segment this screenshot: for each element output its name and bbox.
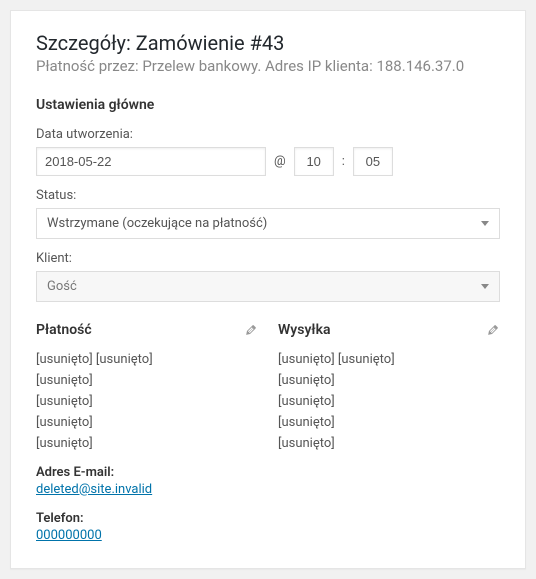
billing-line: [usunięto] — [36, 436, 258, 451]
shipping-line: [usunięto] [usunięto] — [278, 352, 500, 367]
page-title: Szczegóły: Zamówienie #43 — [36, 31, 500, 55]
chevron-down-icon — [481, 221, 489, 226]
status-label: Status: — [36, 188, 500, 203]
customer-label: Klient: — [36, 251, 500, 266]
status-field: Status: Wstrzymane (oczekujące na płatno… — [36, 188, 500, 239]
shipping-line: [usunięto] — [278, 436, 500, 451]
shipping-column: Wysyłka [usunięto] [usunięto] [usunięto]… — [278, 322, 500, 543]
pencil-icon[interactable] — [486, 323, 500, 337]
billing-line: [usunięto] — [36, 415, 258, 430]
order-details-card: Szczegóły: Zamówienie #43 Płatność przez… — [10, 10, 526, 569]
pencil-icon[interactable] — [244, 323, 258, 337]
billing-heading: Płatność — [36, 322, 92, 338]
status-select[interactable]: Wstrzymane (oczekujące na płatność) — [36, 208, 500, 239]
chevron-down-icon — [481, 284, 489, 289]
billing-line: [usunięto] — [36, 394, 258, 409]
created-date-field: Data utworzenia: @ : — [36, 127, 500, 176]
email-label: Adres E-mail: — [36, 465, 258, 480]
time-colon: : — [342, 154, 345, 169]
created-date-row: @ : — [36, 147, 500, 176]
shipping-line: [usunięto] — [278, 394, 500, 409]
date-input[interactable] — [36, 147, 266, 176]
billing-line: [usunięto] — [36, 373, 258, 388]
phone-link[interactable]: 000000000 — [36, 528, 102, 543]
settings-heading: Ustawienia główne — [36, 97, 500, 113]
created-date-label: Data utworzenia: — [36, 127, 500, 142]
address-columns: Płatność [usunięto] [usunięto] [usunięto… — [36, 322, 500, 543]
billing-column: Płatność [usunięto] [usunięto] [usunięto… — [36, 322, 258, 543]
billing-line: [usunięto] [usunięto] — [36, 352, 258, 367]
page-subtitle: Płatność przez: Przelew bankowy. Adres I… — [36, 57, 500, 75]
shipping-line: [usunięto] — [278, 415, 500, 430]
status-value: Wstrzymane (oczekujące na płatność) — [47, 216, 267, 231]
shipping-heading: Wysyłka — [278, 322, 330, 338]
email-link[interactable]: deleted@site.invalid — [36, 482, 152, 497]
customer-value: Gość — [47, 279, 77, 294]
customer-select[interactable]: Gość — [36, 271, 500, 302]
shipping-line: [usunięto] — [278, 373, 500, 388]
customer-field: Klient: Gość — [36, 251, 500, 302]
minute-input[interactable] — [353, 147, 393, 176]
hour-input[interactable] — [294, 147, 334, 176]
phone-label: Telefon: — [36, 511, 258, 526]
at-symbol: @ — [274, 154, 286, 169]
